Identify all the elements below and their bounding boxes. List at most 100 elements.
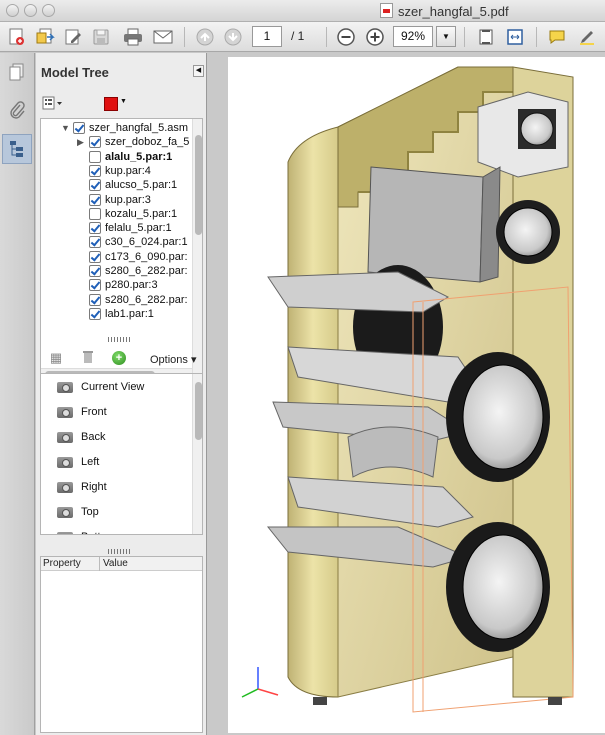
view-item[interactable]: Bottom xyxy=(57,528,116,534)
tree-item[interactable]: felalu_5.par:1 xyxy=(77,221,172,235)
visibility-checkbox[interactable] xyxy=(89,236,101,249)
add-view-icon[interactable]: + xyxy=(112,351,126,365)
color-dropdown-icon[interactable]: ▼ xyxy=(120,98,127,105)
edit-icon[interactable] xyxy=(60,25,86,49)
visibility-checkbox[interactable] xyxy=(89,265,101,277)
attachments-icon[interactable] xyxy=(2,95,32,125)
view-item[interactable]: Top xyxy=(57,503,99,521)
view-item[interactable]: Right xyxy=(57,478,107,496)
part-color-swatch[interactable] xyxy=(104,97,118,111)
tree-item[interactable]: lab1.par:1 xyxy=(77,307,154,321)
zoom-dropdown-button[interactable]: ▼ xyxy=(436,26,456,47)
visibility-checkbox[interactable] xyxy=(73,122,85,134)
pdf-file-icon xyxy=(380,3,393,18)
visibility-checkbox[interactable] xyxy=(89,222,101,235)
visibility-checkbox[interactable] xyxy=(89,307,101,320)
page-total: / 1 xyxy=(291,29,305,43)
view-item[interactable]: Current View xyxy=(57,378,144,396)
model-tree-panel: Model Tree ◀ ▼ ▼ szer_hangfal_5.asm ▶ szer_… xyxy=(36,53,207,735)
tree-item-label: alalu_5.par:1 xyxy=(105,150,173,163)
fit-page-icon[interactable] xyxy=(473,25,499,49)
zoom-window-button[interactable] xyxy=(42,4,55,17)
tree-item-label: c173_6_090.par: xyxy=(105,250,188,263)
camera-icon xyxy=(57,406,73,418)
navigation-rail xyxy=(0,53,35,735)
visibility-checkbox[interactable] xyxy=(89,179,101,192)
tree-item-label: szer_doboz_fa_5 xyxy=(105,136,190,149)
highlight-icon[interactable] xyxy=(574,25,600,49)
visibility-checkbox[interactable] xyxy=(89,293,101,306)
camera-icon xyxy=(57,456,73,468)
minimize-window-button[interactable] xyxy=(24,4,37,17)
zoom-in-icon[interactable] xyxy=(362,25,388,49)
properties-header: Property Value xyxy=(41,557,202,571)
visibility-checkbox[interactable] xyxy=(89,136,101,149)
window-title: szer_hangfal_5.pdf xyxy=(398,4,509,19)
value-column-header[interactable]: Value xyxy=(103,558,128,569)
print-icon[interactable] xyxy=(120,25,146,49)
tree-item[interactable]: kozalu_5.par:1 xyxy=(77,207,177,221)
views-options-button[interactable]: Options ▾ xyxy=(150,353,197,366)
view-item[interactable]: Front xyxy=(57,403,107,421)
properties-table: Property Value xyxy=(40,556,203,733)
zoom-out-icon[interactable] xyxy=(333,25,359,49)
page-number-input[interactable]: 1 xyxy=(252,26,282,47)
camera-icon xyxy=(57,506,73,518)
visibility-checkbox[interactable] xyxy=(89,250,101,263)
view-item-label: Back xyxy=(81,431,106,443)
prev-page-icon[interactable] xyxy=(192,25,218,49)
save-icon[interactable] xyxy=(88,25,114,49)
camera-icon xyxy=(57,481,73,493)
panel-title: Model Tree xyxy=(41,65,109,80)
tree-item[interactable]: p280.par:3 xyxy=(77,278,158,292)
model-tree-panel-icon[interactable] xyxy=(2,134,32,164)
fit-width-icon[interactable] xyxy=(502,25,528,49)
tree-item[interactable]: ▶ szer_doboz_fa_5 xyxy=(77,135,189,149)
comment-icon[interactable] xyxy=(544,25,570,49)
tree-item[interactable]: s280_6_282.par: xyxy=(77,293,188,307)
delete-view-icon[interactable] xyxy=(80,350,96,366)
tree-item[interactable]: c30_6_024.par:1 xyxy=(77,235,188,249)
camera-icon xyxy=(57,531,73,534)
3d-model-viewport[interactable] xyxy=(228,57,605,733)
tree-item-label: kup.par:4 xyxy=(105,164,151,177)
tree-item[interactable]: c173_6_090.par: xyxy=(77,250,188,264)
visibility-checkbox[interactable] xyxy=(89,164,101,177)
collapse-panel-button[interactable]: ◀ xyxy=(193,65,204,77)
new-view-icon[interactable]: ▦ xyxy=(48,350,64,366)
splitter-handle-lower[interactable] xyxy=(108,549,132,554)
expand-toggle-icon[interactable]: ▼ xyxy=(61,123,71,133)
views-vertical-scrollbar[interactable] xyxy=(192,374,202,534)
property-column-header[interactable]: Property xyxy=(43,558,81,569)
tree-vertical-scrollbar[interactable] xyxy=(192,119,202,379)
pdf-page xyxy=(228,57,605,733)
visibility-checkbox[interactable] xyxy=(89,193,101,206)
create-pdf-icon[interactable] xyxy=(4,25,30,49)
pages-panel-icon[interactable] xyxy=(2,57,32,87)
visibility-checkbox[interactable] xyxy=(89,150,101,163)
tree-item[interactable]: s280_6_282.par: xyxy=(77,264,188,278)
tree-item[interactable]: alalu_5.par:1 xyxy=(77,150,172,164)
view-item[interactable]: Left xyxy=(57,453,99,471)
zoom-level-input[interactable]: 92% xyxy=(393,26,433,47)
title-bar: szer_hangfal_5.pdf xyxy=(0,0,605,22)
next-page-icon[interactable] xyxy=(220,25,246,49)
splitter-handle[interactable] xyxy=(108,337,132,342)
tree-item[interactable]: kup.par:3 xyxy=(77,193,151,207)
tree-item-label: felalu_5.par:1 xyxy=(105,222,172,235)
export-icon[interactable] xyxy=(32,25,58,49)
tree-item-label: kup.par:3 xyxy=(105,193,151,206)
close-window-button[interactable] xyxy=(6,4,19,17)
tree-item[interactable]: kup.par:4 xyxy=(77,164,151,178)
view-item[interactable]: Back xyxy=(57,428,105,446)
view-item-label: Bottom xyxy=(81,531,116,534)
visibility-checkbox[interactable] xyxy=(89,207,101,220)
visibility-checkbox[interactable] xyxy=(89,279,101,292)
email-icon[interactable] xyxy=(150,25,176,49)
tree-item[interactable]: alucso_5.par:1 xyxy=(77,178,177,192)
tree-item-label: kozalu_5.par:1 xyxy=(105,207,178,220)
camera-icon xyxy=(57,381,73,393)
expand-toggle-icon[interactable]: ▶ xyxy=(77,137,87,148)
tree-item[interactable]: ▼ szer_hangfal_5.asm xyxy=(61,121,188,135)
tree-options-button[interactable] xyxy=(42,96,66,112)
